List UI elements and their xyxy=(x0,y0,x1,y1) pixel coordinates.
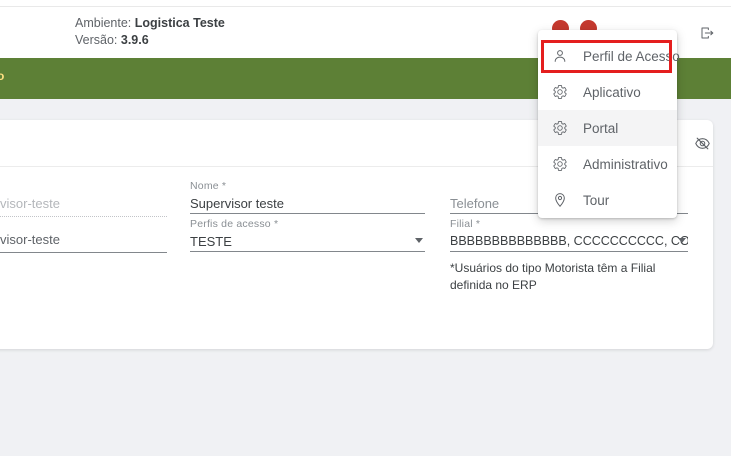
environment-label: Ambiente: xyxy=(75,16,132,30)
chevron-down-icon xyxy=(678,238,686,243)
header-divider xyxy=(0,6,731,7)
login-field[interactable]: visor-teste xyxy=(0,230,167,253)
gear-icon xyxy=(553,157,567,171)
perfis-label: Perfis de acesso * xyxy=(190,218,279,230)
menu-item-perfil-de-acesso[interactable]: Perfil de Acesso xyxy=(538,38,680,74)
perfis-value: TESTE xyxy=(190,234,232,249)
login-disabled-field: visor-teste xyxy=(0,194,167,217)
menu-item-label: Perfil de Acesso xyxy=(583,48,680,64)
nome-value: Supervisor teste xyxy=(190,196,284,211)
chevron-down-icon xyxy=(415,238,423,243)
eye-off-icon xyxy=(695,137,710,150)
login-value: visor-teste xyxy=(0,232,60,247)
gear-icon xyxy=(553,85,567,99)
filial-helper-text: *Usuários do tipo Motorista têm a Filial… xyxy=(450,261,656,292)
visibility-off-button[interactable] xyxy=(694,135,711,152)
person-icon xyxy=(554,50,566,62)
environment-info: Ambiente: Logistica Teste Versão: 3.9.6 xyxy=(75,15,225,49)
version-line: Versão: 3.9.6 xyxy=(75,32,225,49)
menu-item-label: Portal xyxy=(583,120,619,136)
pin-icon xyxy=(555,193,565,207)
nome-field[interactable]: Nome * Supervisor teste xyxy=(190,180,425,214)
login-disabled-value: visor-teste xyxy=(0,196,60,211)
user-dropdown-menu: Perfil de Acesso Aplicativo Portal Admin… xyxy=(538,30,680,218)
environment-line: Ambiente: Logistica Teste xyxy=(75,15,225,32)
menu-item-aplicativo[interactable]: Aplicativo xyxy=(538,74,677,110)
navbar-clipped-text: o xyxy=(0,69,5,83)
logout-button[interactable] xyxy=(699,25,715,41)
menu-item-portal[interactable]: Portal xyxy=(538,110,677,146)
filial-select[interactable]: Filial * BBBBBBBBBBBBBB, CCCCCCCCCC, COM… xyxy=(450,218,688,252)
gear-icon xyxy=(553,121,567,135)
menu-item-label: Administrativo xyxy=(583,156,668,172)
menu-item-label: Tour xyxy=(583,192,610,208)
perfis-de-acesso-select[interactable]: Perfis de acesso * TESTE xyxy=(190,218,425,252)
nome-label: Nome * xyxy=(190,180,227,192)
version-label: Versão: xyxy=(75,33,118,47)
filial-value: BBBBBBBBBBBBBB, CCCCCCCCCC, COM. VARE... xyxy=(450,234,688,248)
filial-label: Filial * xyxy=(450,218,481,230)
menu-item-tour[interactable]: Tour xyxy=(538,182,677,218)
environment-value: Logistica Teste xyxy=(134,16,225,30)
menu-item-administrativo[interactable]: Administrativo xyxy=(538,146,677,182)
logout-icon xyxy=(701,27,714,39)
menu-item-label: Aplicativo xyxy=(583,84,641,100)
version-value: 3.9.6 xyxy=(120,33,149,47)
